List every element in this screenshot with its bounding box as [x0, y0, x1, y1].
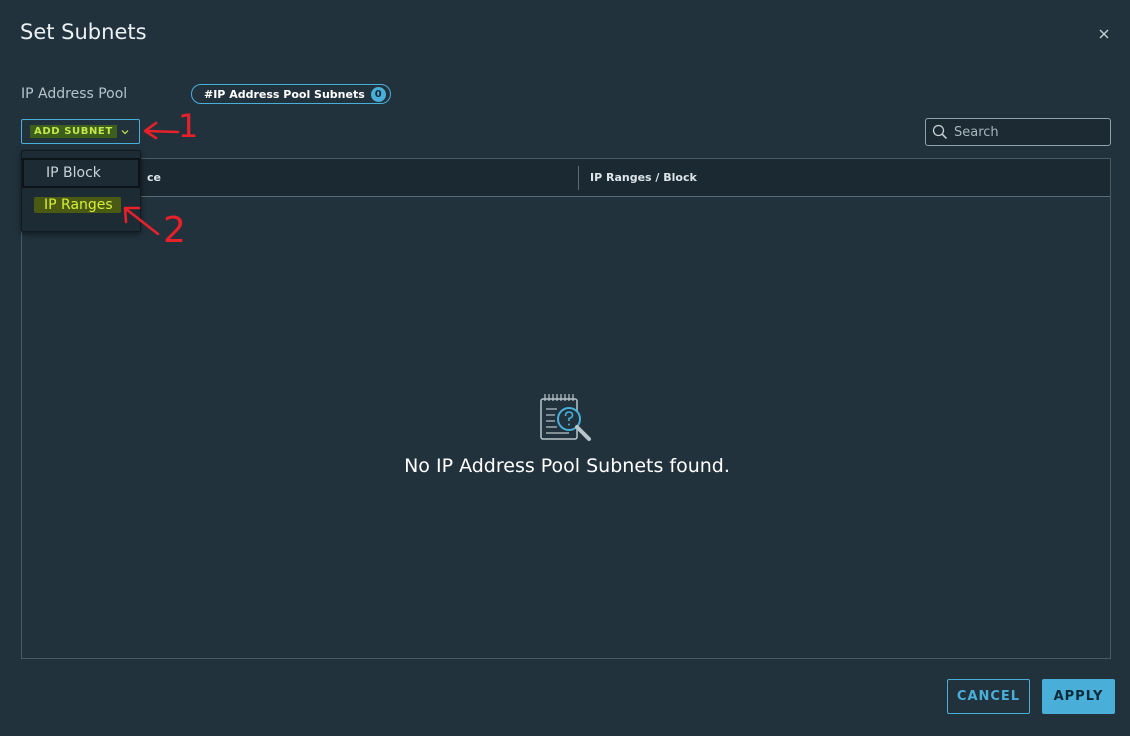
add-subnet-label: ADD SUBNET [30, 125, 117, 138]
column-header-type[interactable]: ce [147, 171, 161, 184]
empty-state: No IP Address Pool Subnets found. [22, 389, 1112, 477]
search-input[interactable] [954, 124, 1104, 140]
pool-subnets-chip[interactable]: #IP Address Pool Subnets 0 [191, 84, 391, 104]
empty-search-document-icon [540, 394, 591, 441]
cancel-button[interactable]: CANCEL [947, 679, 1030, 714]
pool-subnets-chip-label: #IP Address Pool Subnets [204, 87, 365, 101]
apply-button[interactable]: APPLY [1042, 679, 1115, 714]
datagrid-header: ce IP Ranges / Block [22, 159, 1110, 197]
add-subnet-button[interactable]: ADD SUBNET [21, 119, 140, 144]
add-subnet-dropdown-menu: IP Block IP Ranges [21, 150, 141, 232]
close-icon[interactable] [1096, 26, 1112, 42]
column-header-ip-ranges-block[interactable]: IP Ranges / Block [590, 171, 697, 184]
set-subnets-dialog: Set Subnets IP Address Pool #IP Address … [0, 0, 1130, 736]
dialog-title: Set Subnets [20, 20, 147, 44]
empty-state-message: No IP Address Pool Subnets found. [404, 455, 730, 477]
ip-address-pool-label: IP Address Pool [21, 86, 128, 102]
search-box[interactable] [925, 118, 1111, 146]
chevron-down-icon [121, 129, 129, 134]
annotation-arrow-step-1 [143, 121, 180, 140]
pool-subnets-count-badge: 0 [370, 86, 386, 102]
menu-item-ip-block-label: IP Block [46, 165, 101, 181]
search-icon [932, 124, 948, 140]
subnets-datagrid: ce IP Ranges / Block No IP Address Pool … [21, 158, 1111, 659]
menu-item-ip-block[interactable]: IP Block [22, 158, 140, 188]
menu-item-ip-ranges[interactable]: IP Ranges [22, 190, 140, 220]
column-separator[interactable] [578, 166, 579, 190]
menu-item-ip-ranges-label: IP Ranges [34, 197, 121, 213]
annotation-step-1-number: 1 [178, 107, 199, 145]
